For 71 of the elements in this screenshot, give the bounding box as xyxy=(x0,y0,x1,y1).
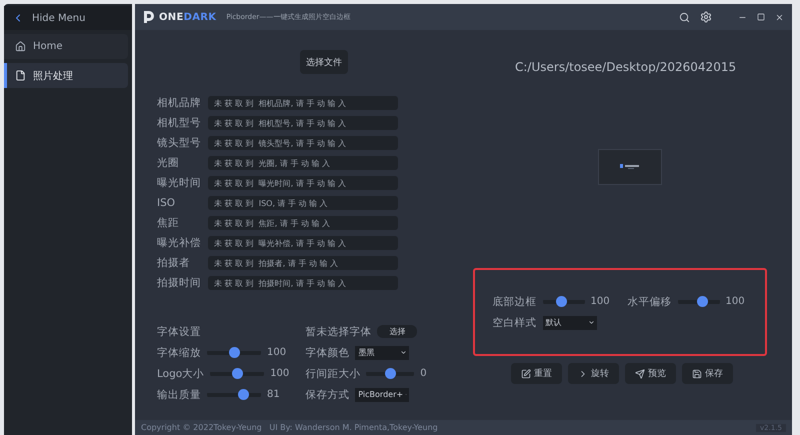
input-field[interactable]: 未 获 取 到 焦距, 请 手 动 输 入 xyxy=(208,216,398,230)
slider-thumb[interactable] xyxy=(556,296,568,307)
input-field[interactable]: 未 获 取 到 相机型号, 请 手 动 输 入 xyxy=(208,116,398,130)
input-field[interactable]: 未 获 取 到 拍摄者, 请 手 动 输 入 xyxy=(208,256,398,270)
choose-file-button[interactable]: 选择文件 xyxy=(300,50,348,74)
slider-thumb[interactable] xyxy=(232,368,243,379)
send-icon xyxy=(635,368,645,378)
slider-value: 81 xyxy=(267,389,280,400)
field-label: 拍摄时间 xyxy=(157,276,202,290)
file-icon xyxy=(15,70,26,81)
input-field[interactable]: 未 获 取 到 曝光时间, 请 手 动 输 入 xyxy=(208,176,398,190)
app-logo: ONEDARK xyxy=(143,10,216,24)
setting-label: 字体缩放 xyxy=(157,346,201,360)
dropdown[interactable]: PicBorder+ xyxy=(355,388,410,402)
setting-label: 字体颜色 xyxy=(305,346,350,360)
action-button[interactable]: 旋转 xyxy=(568,363,619,384)
slider-value: 100 xyxy=(590,296,610,307)
input-field[interactable]: 未 获 取 到 光圈, 请 手 动 输 入 xyxy=(208,156,398,170)
action-button[interactable]: 预览 xyxy=(625,363,676,384)
input-field[interactable]: 未 获 取 到 曝光补偿, 请 手 动 输 入 xyxy=(208,236,398,250)
field-label: 相机型号 xyxy=(157,116,202,130)
slider-thumb[interactable] xyxy=(696,296,708,307)
search-icon[interactable] xyxy=(679,12,690,22)
slider-value: 100 xyxy=(267,347,286,358)
field-label: 镜头型号 xyxy=(157,136,202,150)
hide-menu-button[interactable]: Hide Menu xyxy=(4,6,132,30)
slider-thumb[interactable] xyxy=(238,389,249,400)
setting-label: 底部边框 xyxy=(492,294,536,308)
sidebar-item[interactable]: 照片处理 xyxy=(4,63,128,88)
settings-icon[interactable] xyxy=(700,11,712,23)
select-font-button[interactable]: 选择 xyxy=(377,325,418,338)
logo-mark-icon xyxy=(143,10,155,24)
action-button[interactable]: 重置 xyxy=(511,363,562,384)
field-label: 光圈 xyxy=(157,156,180,170)
file-path: C:/Users/tosee/Desktop/2026042015 xyxy=(514,60,736,74)
maximize-icon[interactable] xyxy=(757,13,765,21)
setting-label: 水平偏移 xyxy=(628,294,672,308)
input-field[interactable]: 未 获 取 到 拍摄时间, 请 手 动 输 入 xyxy=(208,276,398,290)
close-icon[interactable] xyxy=(775,12,784,22)
save-icon xyxy=(692,368,702,378)
slider-thumb[interactable] xyxy=(228,347,240,358)
setting-label: 输出质量 xyxy=(157,388,201,402)
setting-label: Logo大小 xyxy=(157,366,204,380)
field-label: 焦距 xyxy=(157,216,180,230)
setting-label: 空白样式 xyxy=(492,316,536,330)
section-heading: 字体设置 xyxy=(157,324,201,338)
font-status: 暂未选择字体 xyxy=(305,324,372,338)
home-icon xyxy=(15,41,26,52)
input-field[interactable]: 未 获 取 到 ISO, 请 手 动 输 入 xyxy=(208,196,398,210)
setting-label: 保存方式 xyxy=(305,388,350,402)
field-label: 曝光补偿 xyxy=(157,236,202,250)
dropdown[interactable]: 墨黑 xyxy=(355,346,410,360)
caret-icon xyxy=(588,319,594,326)
action-button[interactable]: 保存 xyxy=(682,363,733,384)
slider-value: 100 xyxy=(270,368,290,379)
slider-thumb[interactable] xyxy=(384,368,396,379)
copyright-text: Copyright © 2022Tokey-Yeung UI By: Wanderson M. Pimenta,Tokey-Yeung xyxy=(141,423,438,432)
sidebar-item[interactable]: Home xyxy=(4,34,128,59)
slider-value: 100 xyxy=(726,296,745,307)
setting-label: 行间距大小 xyxy=(305,366,360,380)
field-label: 拍摄者 xyxy=(157,256,191,270)
field-label: ISO xyxy=(157,197,176,209)
dropdown[interactable]: 默认 xyxy=(542,316,596,330)
slider-value: 0 xyxy=(420,368,427,379)
field-label: 相机品牌 xyxy=(157,96,202,110)
input-field[interactable]: 未 获 取 到 相机品牌, 请 手 动 输 入 xyxy=(208,96,398,110)
caret-icon xyxy=(400,349,408,356)
preview-thumbnail-drawing xyxy=(620,164,640,170)
edit-icon xyxy=(521,368,531,378)
field-label: 曝光时间 xyxy=(157,176,202,190)
input-field[interactable]: 未 获 取 到 镜头型号, 请 手 动 输 入 xyxy=(208,136,398,150)
